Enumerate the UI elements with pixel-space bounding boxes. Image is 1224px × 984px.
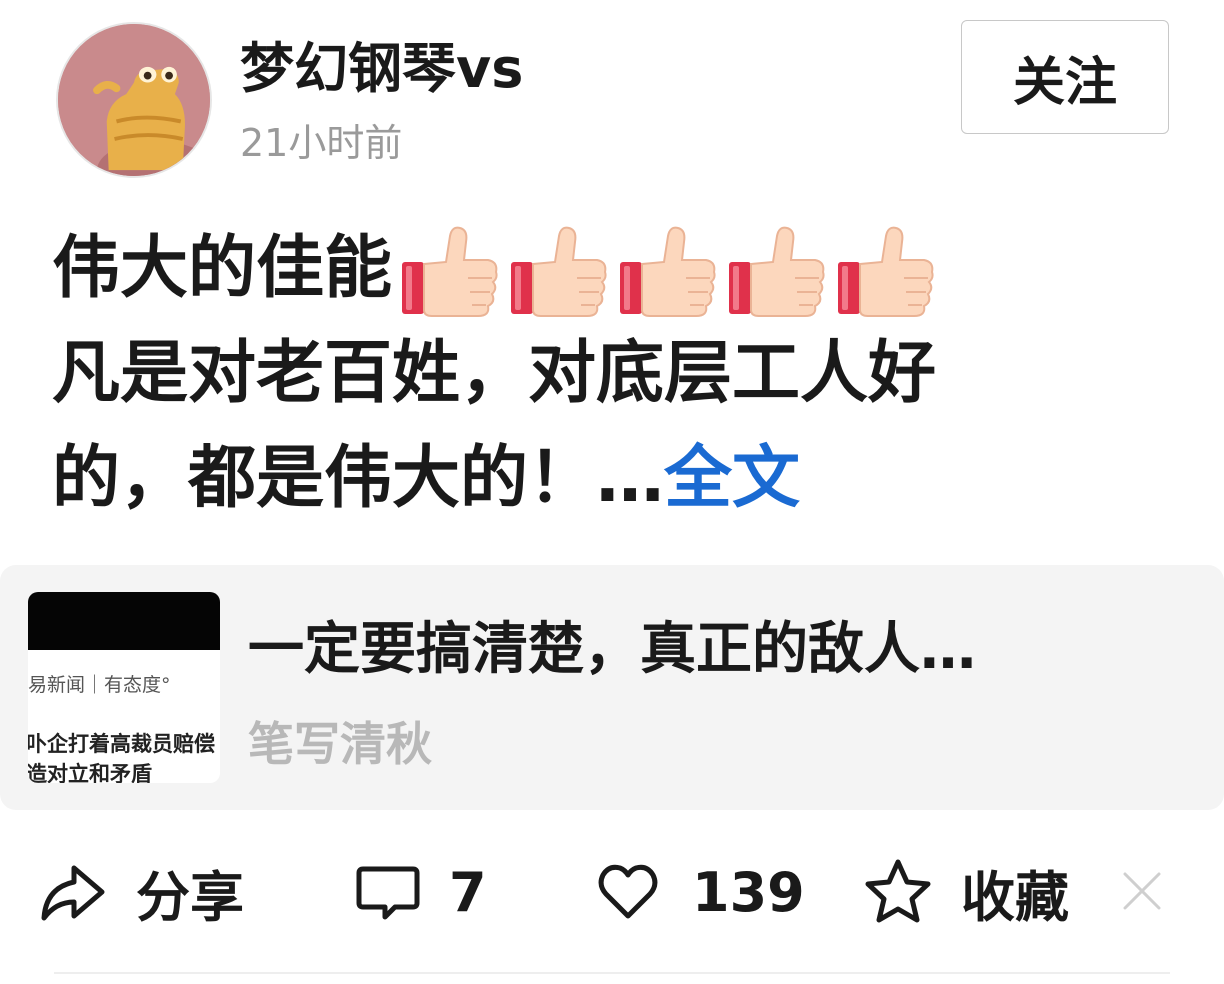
dismiss-button[interactable] [1119, 868, 1165, 914]
comment-bubble-icon [355, 859, 421, 925]
share-button[interactable]: 分享 [36, 852, 244, 932]
article-title[interactable]: 一定要搞清楚，真正的敌人… [248, 612, 1168, 688]
share-label: 分享 [136, 865, 244, 929]
thumbs-up-emoji [725, 222, 831, 322]
avatar[interactable] [56, 22, 212, 178]
share-arrow-icon [36, 856, 108, 928]
thumbs-up-emoji-row [398, 222, 943, 322]
thumbs-up-emoji [507, 222, 613, 322]
favorite-label: 收藏 [961, 865, 1069, 929]
like-count: 139 [692, 860, 805, 924]
star-icon [863, 857, 933, 927]
post-timestamp: 21小时前 [240, 121, 403, 165]
follow-button[interactable]: 关注 [961, 20, 1169, 134]
thumbs-up-emoji [616, 222, 722, 322]
avatar-image [58, 24, 210, 176]
post-text-line-1: 伟大的佳能 [52, 229, 393, 308]
thumbs-up-emoji [398, 222, 504, 322]
close-icon [1119, 868, 1165, 914]
comment-button[interactable]: 7 [355, 852, 487, 932]
like-button[interactable]: 139 [596, 852, 805, 932]
post-line-1: 伟大的佳能 [52, 216, 1162, 321]
thumbnail-black-banner [28, 592, 220, 650]
article-author: 笔写清秋 [248, 717, 432, 771]
comment-count: 7 [449, 860, 487, 924]
article-thumbnail: 易新闻｜有态度° 卟企打着高裁员赔偿 造对立和矛盾 [28, 592, 220, 783]
thumbnail-source: 易新闻｜有态度° [28, 674, 171, 696]
post-line-3: 的，都是伟大的！…全文 [52, 426, 1162, 531]
username[interactable]: 梦幻钢琴vs [240, 34, 523, 104]
post-text-line-2: 凡是对老百姓，对底层工人好 [52, 334, 937, 413]
thumbnail-text-line-2: 造对立和矛盾 [28, 762, 152, 783]
post-text-line-3: 的，都是伟大的！… [52, 439, 665, 518]
read-more-link[interactable]: 全文 [664, 439, 800, 518]
post-body: 伟大的佳能 凡是对老百姓，对底层工人好 的，都是伟大的！…全文 [52, 216, 1162, 531]
heart-icon [596, 860, 660, 924]
favorite-button[interactable]: 收藏 [863, 852, 1069, 932]
thumbnail-text-line-1: 卟企打着高裁员赔偿 [28, 732, 215, 756]
thumbs-up-emoji [834, 222, 940, 322]
bottom-divider [54, 972, 1170, 974]
